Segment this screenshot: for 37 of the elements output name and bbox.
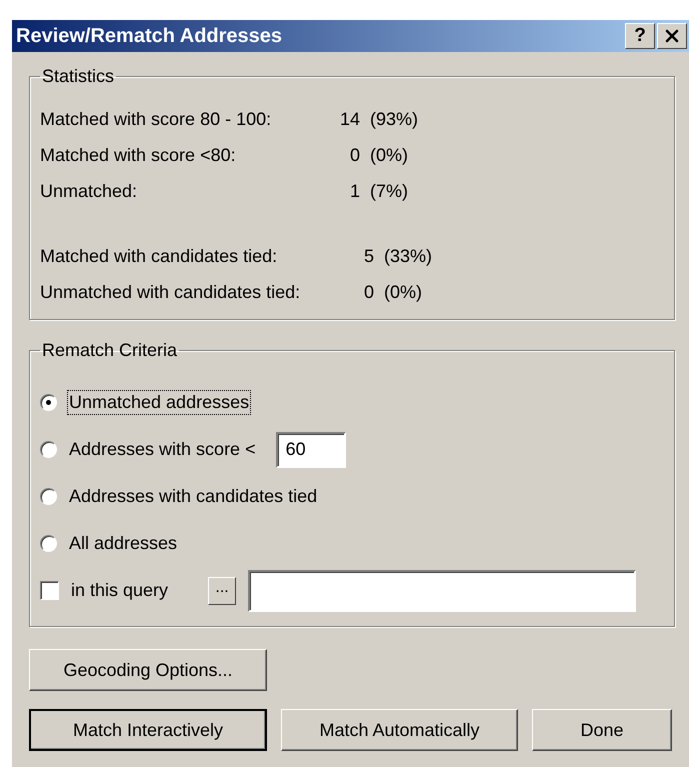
stat-label: Matched with candidates tied: [40,246,278,267]
dialog-button[interactable]: Geocoding Options... [29,649,267,691]
stat-percent: (93%) [370,109,418,130]
stat-label: Matched with score <80: [40,145,237,166]
stat-count: 0 [348,145,360,166]
close-button[interactable] [657,23,687,49]
option-label[interactable]: Unmatched addresses [67,390,252,415]
dialog-button[interactable]: Done [532,709,672,751]
radio-button[interactable] [40,394,57,411]
option-label[interactable]: in this query [69,578,170,603]
stat-label: Unmatched with candidates tied: [40,282,302,303]
stat-percent: (7%) [370,181,410,202]
stat-label: Unmatched: [40,181,138,202]
radio-button[interactable] [40,441,57,458]
option-label[interactable]: Addresses with candidates tied [67,484,320,509]
help-button[interactable]: ? [625,23,655,49]
query-field[interactable] [248,570,636,612]
group-title: Statistics [41,66,116,87]
radio-button[interactable] [40,535,57,552]
group-title: Rematch Criteria [41,340,178,361]
dialog-button[interactable]: Match Interactively [29,709,267,751]
stat-label: Matched with score 80 - 100: [40,109,272,130]
stat-count: 14 [338,109,360,130]
radio-button[interactable] [40,488,57,505]
stat-percent: (0%) [370,145,410,166]
dialog-button[interactable]: Match Automatically [281,709,518,751]
stat-percent: (33%) [384,246,432,267]
option-label[interactable]: All addresses [67,531,180,556]
window-title: Review/Rematch Addresses [16,24,282,48]
stat-count: 5 [362,246,374,267]
option-label[interactable]: Addresses with score < [67,437,258,462]
score-field[interactable]: 60 [276,432,346,468]
browse-button[interactable]: ... [208,576,236,604]
stat-count: 0 [362,282,374,303]
stat-percent: (0%) [384,282,424,303]
checkbox[interactable] [40,581,59,600]
stat-count: 1 [348,181,360,202]
